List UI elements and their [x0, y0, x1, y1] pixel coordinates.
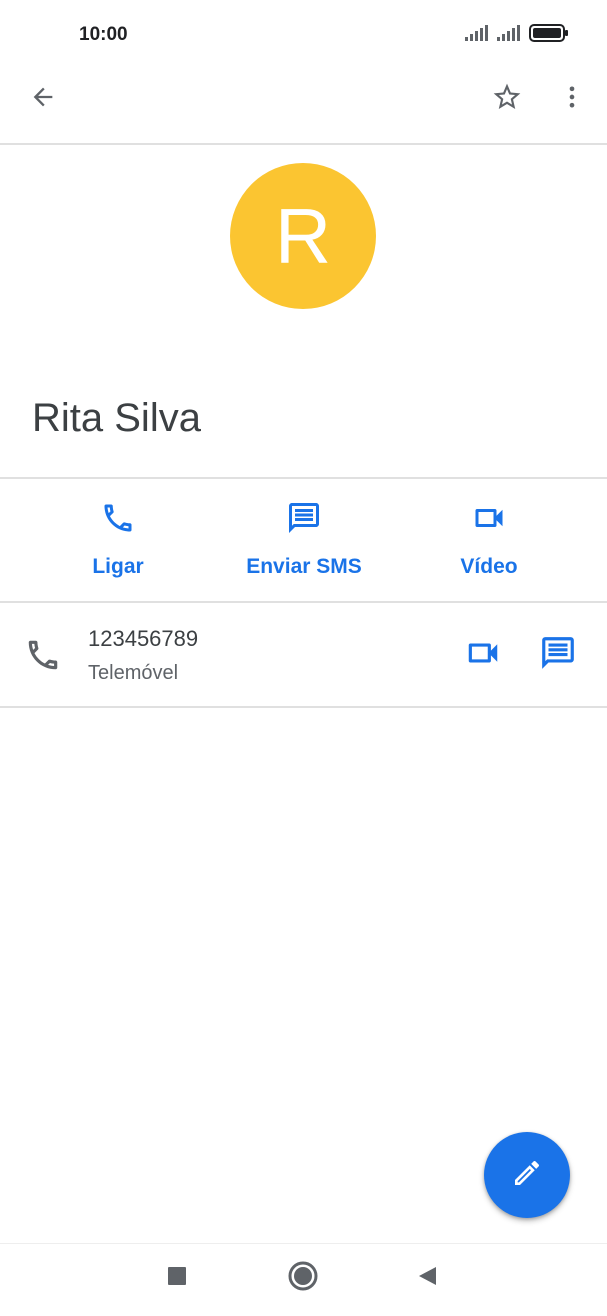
- phone-entry-divider: [0, 706, 607, 708]
- avatar-initial: R: [274, 191, 332, 280]
- message-icon: [286, 500, 322, 541]
- videocam-icon: [464, 634, 502, 677]
- recents-square-icon: [167, 1266, 187, 1291]
- sms-action-button[interactable]: Enviar SMS: [224, 500, 384, 590]
- contact-name: Rita Silva: [32, 396, 201, 440]
- video-action-button[interactable]: Vídeo: [409, 500, 569, 590]
- phone-number: 123456789: [88, 626, 199, 651]
- home-button[interactable]: [281, 1256, 325, 1300]
- edit-contact-fab[interactable]: [484, 1132, 570, 1218]
- recents-button[interactable]: [155, 1256, 199, 1300]
- appbar-divider: [0, 143, 607, 145]
- arrow-back-icon: [29, 83, 57, 116]
- video-action-label: Vídeo: [460, 555, 518, 578]
- more-vert-icon: [558, 83, 586, 116]
- phone-icon: [24, 636, 62, 679]
- more-options-button[interactable]: [548, 75, 596, 123]
- back-triangle-icon: [416, 1265, 438, 1292]
- nav-back-button[interactable]: [405, 1256, 449, 1300]
- navbar-divider: [0, 1243, 607, 1244]
- back-button[interactable]: [19, 75, 67, 123]
- message-number-button[interactable]: [534, 631, 582, 679]
- status-time: 10:00: [79, 24, 128, 45]
- video-call-number-button[interactable]: [459, 631, 507, 679]
- star-outline-icon: [491, 81, 523, 118]
- phone-entry-row[interactable]: [0, 603, 607, 706]
- favorite-button[interactable]: [483, 75, 531, 123]
- sms-action-label: Enviar SMS: [246, 555, 362, 578]
- phone-type: Telemóvel: [88, 662, 179, 684]
- videocam-icon: [471, 500, 507, 541]
- name-divider: [0, 477, 607, 479]
- call-action-button[interactable]: Ligar: [38, 500, 198, 590]
- call-action-label: Ligar: [92, 555, 144, 578]
- signal-icon: [465, 25, 491, 46]
- status-icons: [465, 24, 569, 47]
- phone-icon: [100, 500, 136, 541]
- home-circle-icon: [288, 1261, 318, 1296]
- battery-icon: [529, 24, 569, 47]
- message-icon: [539, 634, 577, 677]
- avatar: R: [230, 163, 376, 309]
- edit-icon: [511, 1157, 543, 1194]
- signal-icon: [497, 25, 523, 46]
